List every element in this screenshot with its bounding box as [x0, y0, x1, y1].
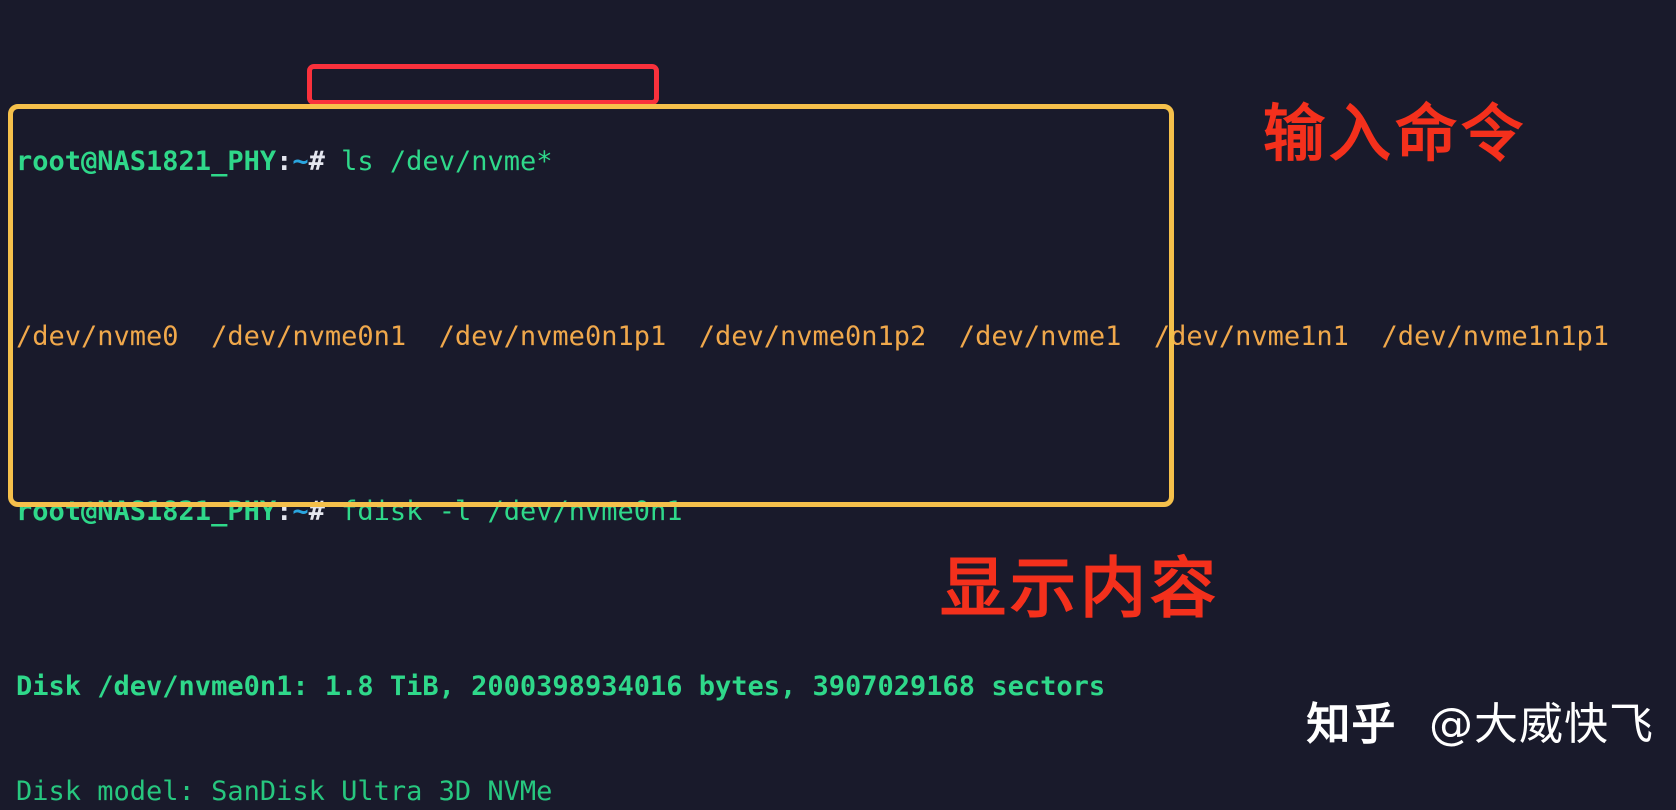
- command-text-ls: ls /dev/nvme*: [341, 146, 553, 177]
- watermark-handle: @大威快飞: [1429, 699, 1654, 750]
- prompt-path-2: ~: [292, 496, 309, 527]
- command-text-fdisk: fdisk -l /dev/nvme0n1: [341, 496, 683, 527]
- prompt-sigil: #: [308, 146, 325, 177]
- prompt-user-host-2: root@NAS1821_PHY: [16, 496, 277, 527]
- prompt-colon-2: :: [276, 496, 293, 527]
- prompt-user-host: root@NAS1821_PHY: [16, 146, 277, 177]
- terminal-line-command-fdisk: root@NAS1821_PHY:~# fdisk -l /dev/nvme0n…: [16, 494, 1609, 529]
- prompt-path: ~: [292, 146, 309, 177]
- watermark: 知乎 @大威快飞: [1306, 688, 1654, 752]
- prompt-colon: :: [276, 146, 293, 177]
- annotation-input-command: 输入命令: [1263, 97, 1528, 170]
- prompt-sigil-2: #: [308, 496, 325, 527]
- watermark-site: 知乎: [1306, 699, 1397, 750]
- terminal-line-ls-output: /dev/nvme0 /dev/nvme0n1 /dev/nvme0n1p1 /…: [16, 321, 1610, 352]
- annotation-display-content: 显示内容: [940, 550, 1220, 627]
- terminal-screen: root@NAS1821_PHY:~# ls /dev/nvme* /dev/n…: [0, 0, 1676, 810]
- terminal-line-disk-model: Disk model: SanDisk Ultra 3D NVMe: [16, 776, 553, 807]
